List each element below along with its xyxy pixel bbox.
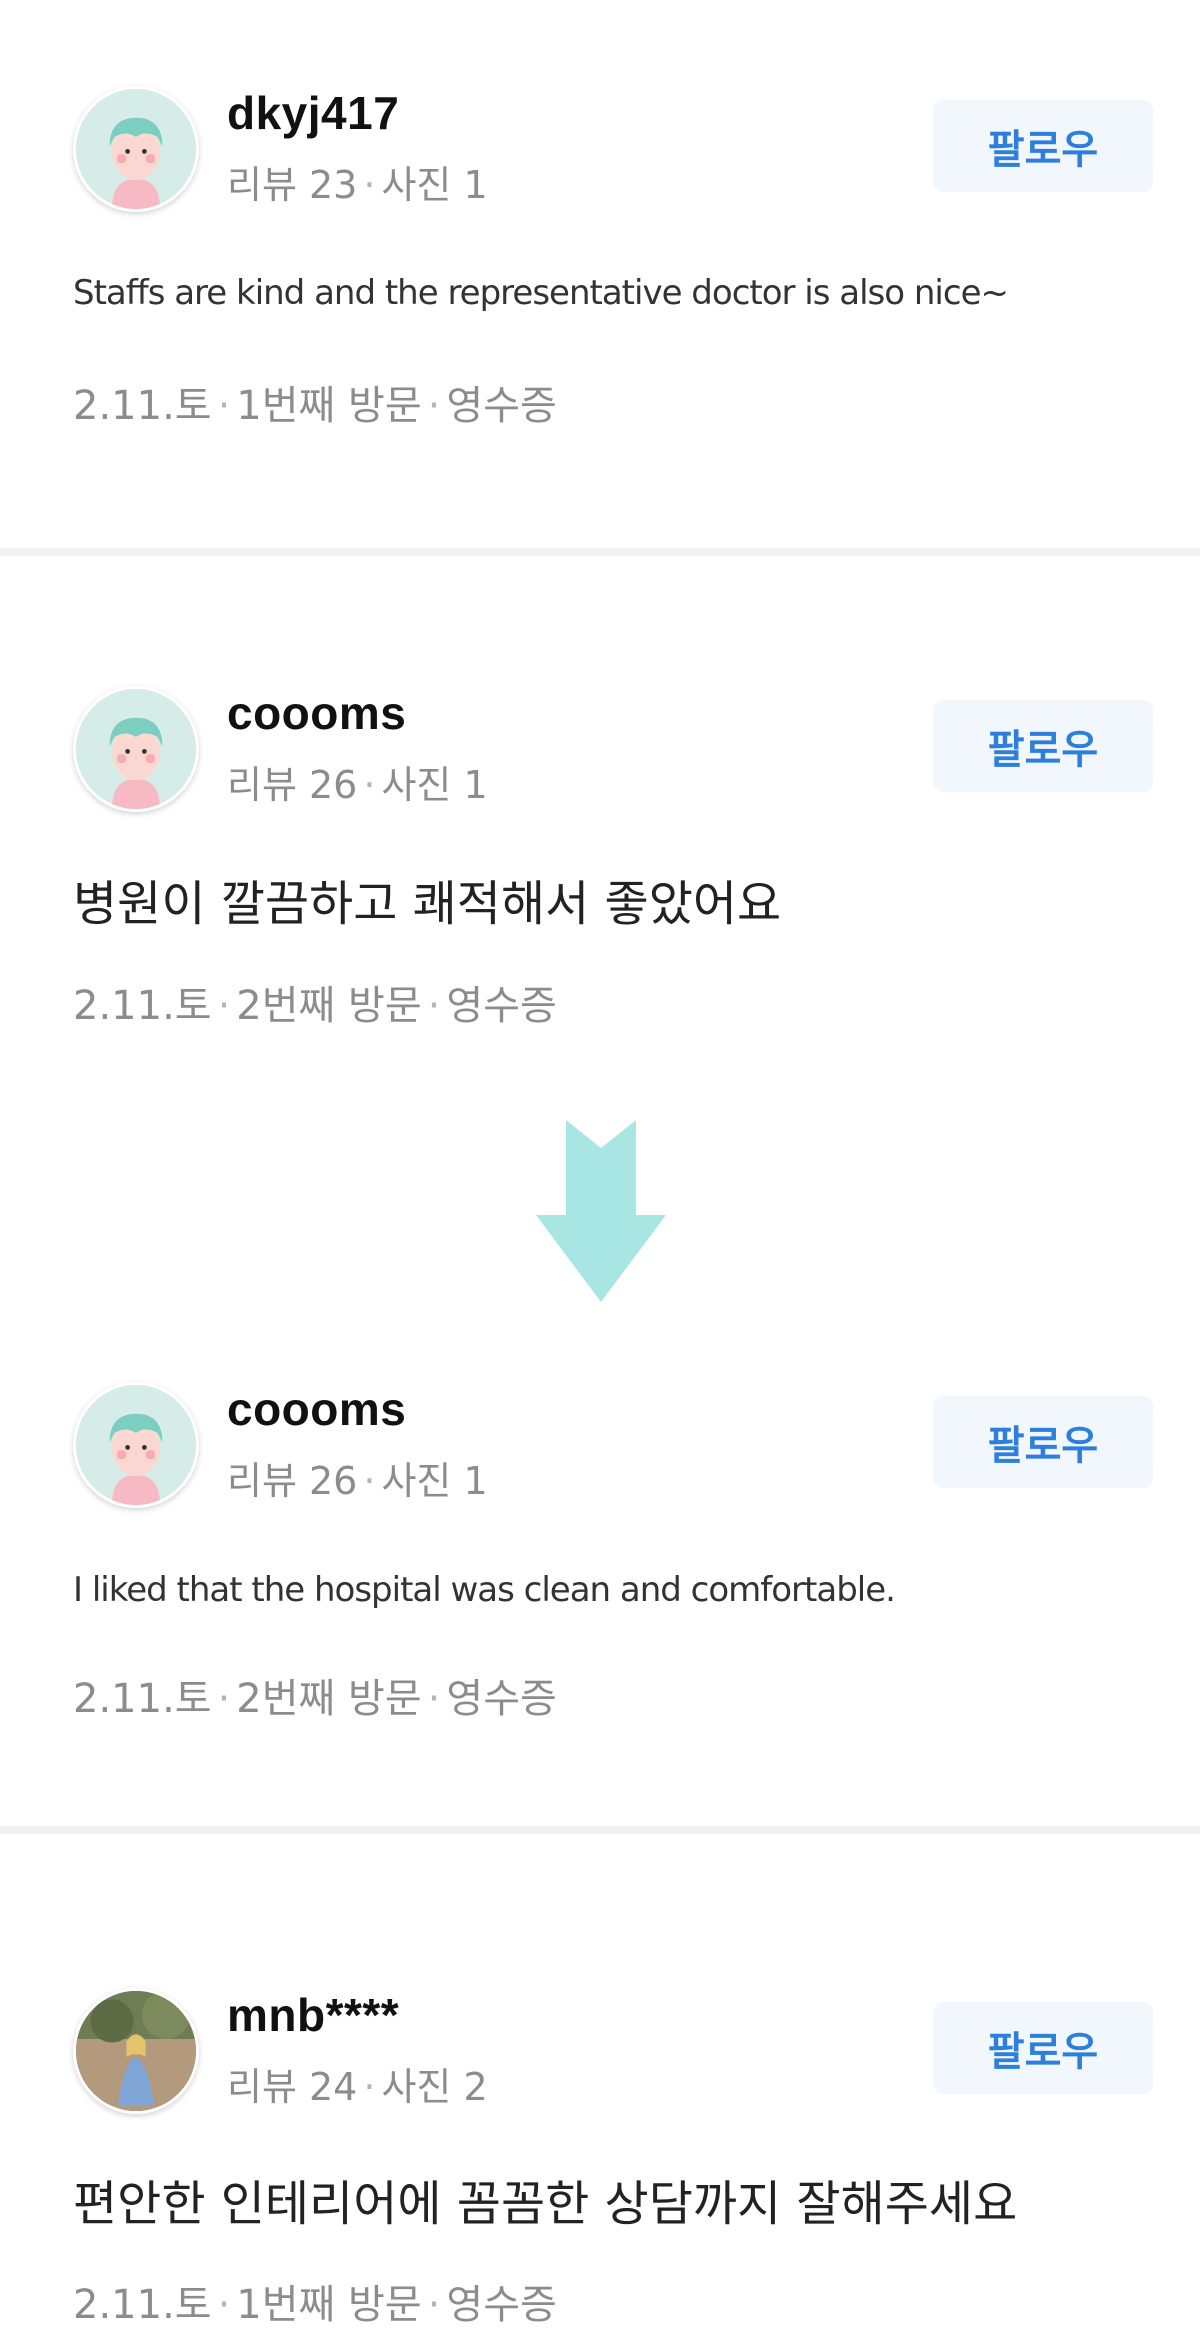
- author-stats: 리뷰 26 · 사진 1: [227, 754, 488, 809]
- visit-info: 2.11.토 · 1번째 방문 · 영수증: [73, 373, 557, 431]
- section-divider: [0, 548, 1200, 556]
- photo-count: 사진 1: [381, 763, 488, 807]
- cartoon-avatar-icon[interactable]: [73, 86, 199, 212]
- author-nickname[interactable]: dkyj417: [227, 86, 399, 140]
- review-card: coooms 리뷰 26 · 사진 1 팔로우 병원이 깔끔하고 쾌적해서 좋았어요…: [0, 556, 1200, 1056]
- author-nickname[interactable]: coooms: [227, 686, 406, 740]
- separator: ·: [217, 2282, 231, 2328]
- visit-count: 2번째 방문: [236, 1676, 422, 1722]
- separator: ·: [427, 383, 441, 429]
- review-author-row: coooms 리뷰 26 · 사진 1 팔로우: [73, 686, 1153, 812]
- follow-button[interactable]: 팔로우: [933, 2002, 1153, 2094]
- photo-count: 사진 2: [381, 2065, 488, 2109]
- separator: ·: [363, 763, 376, 807]
- separator: ·: [363, 1459, 376, 1503]
- receipt-label: 영수증: [446, 383, 557, 429]
- separator: ·: [363, 163, 376, 207]
- visit-date: 2.11.토: [73, 383, 212, 429]
- review-text[interactable]: 편안한 인테리어에 꼼꼼한 상담까지 잘해주세요: [73, 2164, 1017, 2234]
- cartoon-avatar-icon[interactable]: [73, 1382, 199, 1508]
- visit-info: 2.11.토 · 1번째 방문 · 영수증: [73, 2272, 557, 2330]
- review-card: dkyj417 리뷰 23 · 사진 1 팔로우 Staffs are kind a…: [0, 0, 1200, 540]
- follow-button[interactable]: 팔로우: [933, 100, 1153, 192]
- receipt-label: 영수증: [446, 2282, 557, 2328]
- visit-count: 1번째 방문: [236, 383, 422, 429]
- visit-date: 2.11.토: [73, 2282, 212, 2328]
- author-stats: 리뷰 26 · 사진 1: [227, 1450, 488, 1505]
- visit-date: 2.11.토: [73, 983, 212, 1029]
- separator: ·: [427, 983, 441, 1029]
- follow-button[interactable]: 팔로우: [933, 700, 1153, 792]
- visit-info: 2.11.토 · 2번째 방문 · 영수증: [73, 1666, 557, 1724]
- author-nickname[interactable]: mnb****: [227, 1988, 399, 2042]
- separator: ·: [217, 1676, 231, 1722]
- visit-date: 2.11.토: [73, 1676, 212, 1722]
- down-arrow-icon: [536, 1120, 666, 1302]
- review-count: 리뷰 26: [227, 1459, 358, 1503]
- visit-info: 2.11.토 · 2번째 방문 · 영수증: [73, 973, 557, 1031]
- review-card: coooms 리뷰 26 · 사진 1 팔로우 I liked that the h…: [0, 1360, 1200, 1820]
- review-count: 리뷰 26: [227, 763, 358, 807]
- photo-count: 사진 1: [381, 1459, 488, 1503]
- review-text[interactable]: 병원이 깔끔하고 쾌적해서 좋았어요: [73, 864, 781, 934]
- cartoon-avatar-icon[interactable]: [73, 686, 199, 812]
- follow-button[interactable]: 팔로우: [933, 1396, 1153, 1488]
- separator: ·: [427, 1676, 441, 1722]
- separator: ·: [217, 983, 231, 1029]
- review-count: 리뷰 23: [227, 163, 358, 207]
- author-stats: 리뷰 24 · 사진 2: [227, 2056, 488, 2111]
- review-author-row: dkyj417 리뷰 23 · 사진 1 팔로우: [73, 86, 1153, 212]
- separator: ·: [363, 2065, 376, 2109]
- photo-count: 사진 1: [381, 163, 488, 207]
- review-author-row: mnb**** 리뷰 24 · 사진 2 팔로우: [73, 1988, 1153, 2114]
- section-divider: [0, 1826, 1200, 1834]
- receipt-label: 영수증: [446, 983, 557, 1029]
- receipt-label: 영수증: [446, 1676, 557, 1722]
- visit-count: 1번째 방문: [236, 2282, 422, 2328]
- author-nickname[interactable]: coooms: [227, 1382, 406, 1436]
- review-text[interactable]: Staffs are kind and the representative d…: [73, 273, 1009, 313]
- review-author-row: coooms 리뷰 26 · 사진 1 팔로우: [73, 1382, 1153, 1508]
- review-text[interactable]: I liked that the hospital was clean and …: [73, 1570, 896, 1610]
- photo-avatar[interactable]: [73, 1988, 199, 2114]
- separator: ·: [217, 383, 231, 429]
- visit-count: 2번째 방문: [236, 983, 422, 1029]
- separator: ·: [427, 2282, 441, 2328]
- review-count: 리뷰 24: [227, 2065, 358, 2109]
- review-card: mnb**** 리뷰 24 · 사진 2 팔로우 편안한 인테리어에 꼼꼼한 상담까…: [0, 1834, 1200, 2339]
- author-stats: 리뷰 23 · 사진 1: [227, 154, 488, 209]
